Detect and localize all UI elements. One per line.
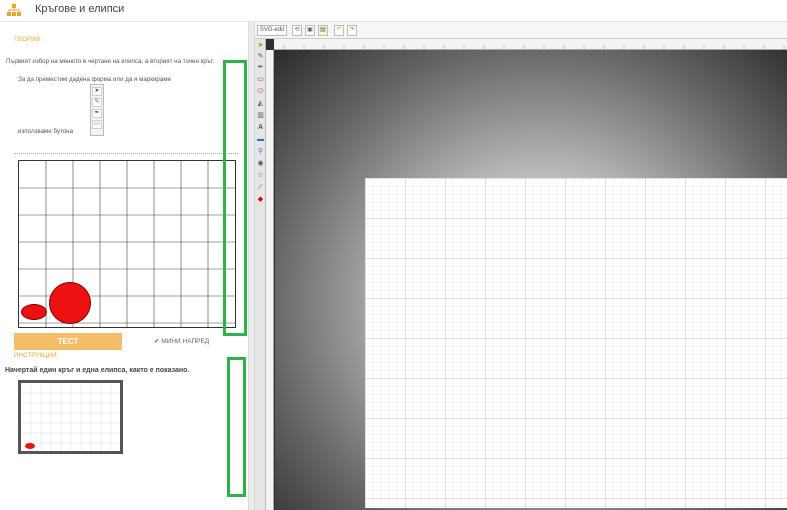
instructions-text: Начертай един кръг и една елипса, както …: [5, 367, 190, 374]
image-icon[interactable]: ▥: [256, 111, 265, 120]
ruler-vertical: [266, 50, 274, 510]
header-bar: Кръгове и елипси: [0, 0, 787, 22]
target-thumbnail: [18, 380, 123, 454]
canvas-background: [275, 50, 787, 510]
org-chart-icon: [7, 4, 21, 16]
theory-text-2: За да преместим дадена форма или да я ма…: [18, 76, 171, 83]
ellipse-icon[interactable]: ⬭: [256, 87, 265, 96]
pencil-icon[interactable]: ✎: [256, 52, 265, 61]
circle-icon[interactable]: ◉: [256, 159, 265, 168]
demo-circle: [49, 282, 91, 324]
next-link[interactable]: ✔ МИНИ НАПРЕД: [154, 337, 209, 345]
ruler-ticks-h: [283, 45, 785, 49]
path-icon[interactable]: ◭: [256, 99, 265, 108]
instructions-label: ИНСТРУКЦИИ:: [14, 353, 59, 359]
note-icon[interactable]: ▤: [318, 25, 328, 36]
app-window: Кръгове и елипси ТЕОРИЯ: Първият избор н…: [0, 0, 787, 510]
pen-icon: ✒: [92, 109, 102, 118]
redo-icon[interactable]: ↷: [347, 25, 357, 36]
demo-ellipse: [21, 304, 47, 320]
toggle-icon[interactable]: ⟲: [292, 25, 302, 36]
picture-icon[interactable]: ▬: [256, 135, 265, 144]
theory-text-1: Първият избор на менюто в чертане на ели…: [6, 58, 215, 65]
paper-grid: [365, 178, 787, 508]
text-icon[interactable]: A: [256, 123, 265, 132]
pen-icon[interactable]: ✒: [256, 63, 265, 72]
thumbnail-ellipse: [25, 443, 35, 449]
test-button[interactable]: ТЕСТ: [14, 333, 122, 350]
theory-text-3: използваме бутона: [18, 128, 74, 135]
highlight-box-top: [223, 60, 247, 336]
svg-editor: SVG-edit ⟲ ▣ ▤ ↶ ↷ ➤ ✎ ✒ ▭ ⬭ ◭ ▥ A ▬ ⚲ ◉…: [255, 22, 787, 510]
ruler-horizontal: [274, 39, 787, 50]
layers-icon[interactable]: ▣: [305, 25, 315, 36]
panel-splitter[interactable]: [248, 22, 255, 510]
select-arrow-icon[interactable]: ➤: [256, 41, 265, 50]
highlight-box-bottom: [227, 357, 246, 497]
rect-icon[interactable]: ▭: [256, 75, 265, 84]
editor-toolbar: SVG-edit ⟲ ▣ ▤ ↶ ↷: [255, 22, 787, 39]
select-arrow-icon: ➤: [92, 87, 102, 96]
theory-label: ТЕОРИЯ:: [14, 37, 43, 43]
star-icon[interactable]: ☆: [256, 171, 265, 180]
divider-dotted: [14, 153, 238, 154]
drawing-paper[interactable]: [365, 178, 787, 508]
pencil-icon: ✎: [92, 98, 102, 107]
thumbnail-grid: [21, 383, 120, 451]
tools-panel: ➤ ✎ ✒ ▭ ⬭ ◭ ▥ A ▬ ⚲ ◉ ☆ ⁄ ◆: [255, 39, 266, 510]
zoom-icon[interactable]: ⚲: [256, 147, 265, 156]
logo-label: SVG-edit: [259, 27, 285, 33]
shape-icon[interactable]: ◆: [256, 195, 265, 204]
page-title: Кръгове и елипси: [35, 3, 125, 15]
undo-icon[interactable]: ↶: [334, 25, 344, 36]
svg-edit-logo[interactable]: SVG-edit: [257, 25, 287, 36]
line-icon[interactable]: ⁄: [256, 183, 265, 192]
